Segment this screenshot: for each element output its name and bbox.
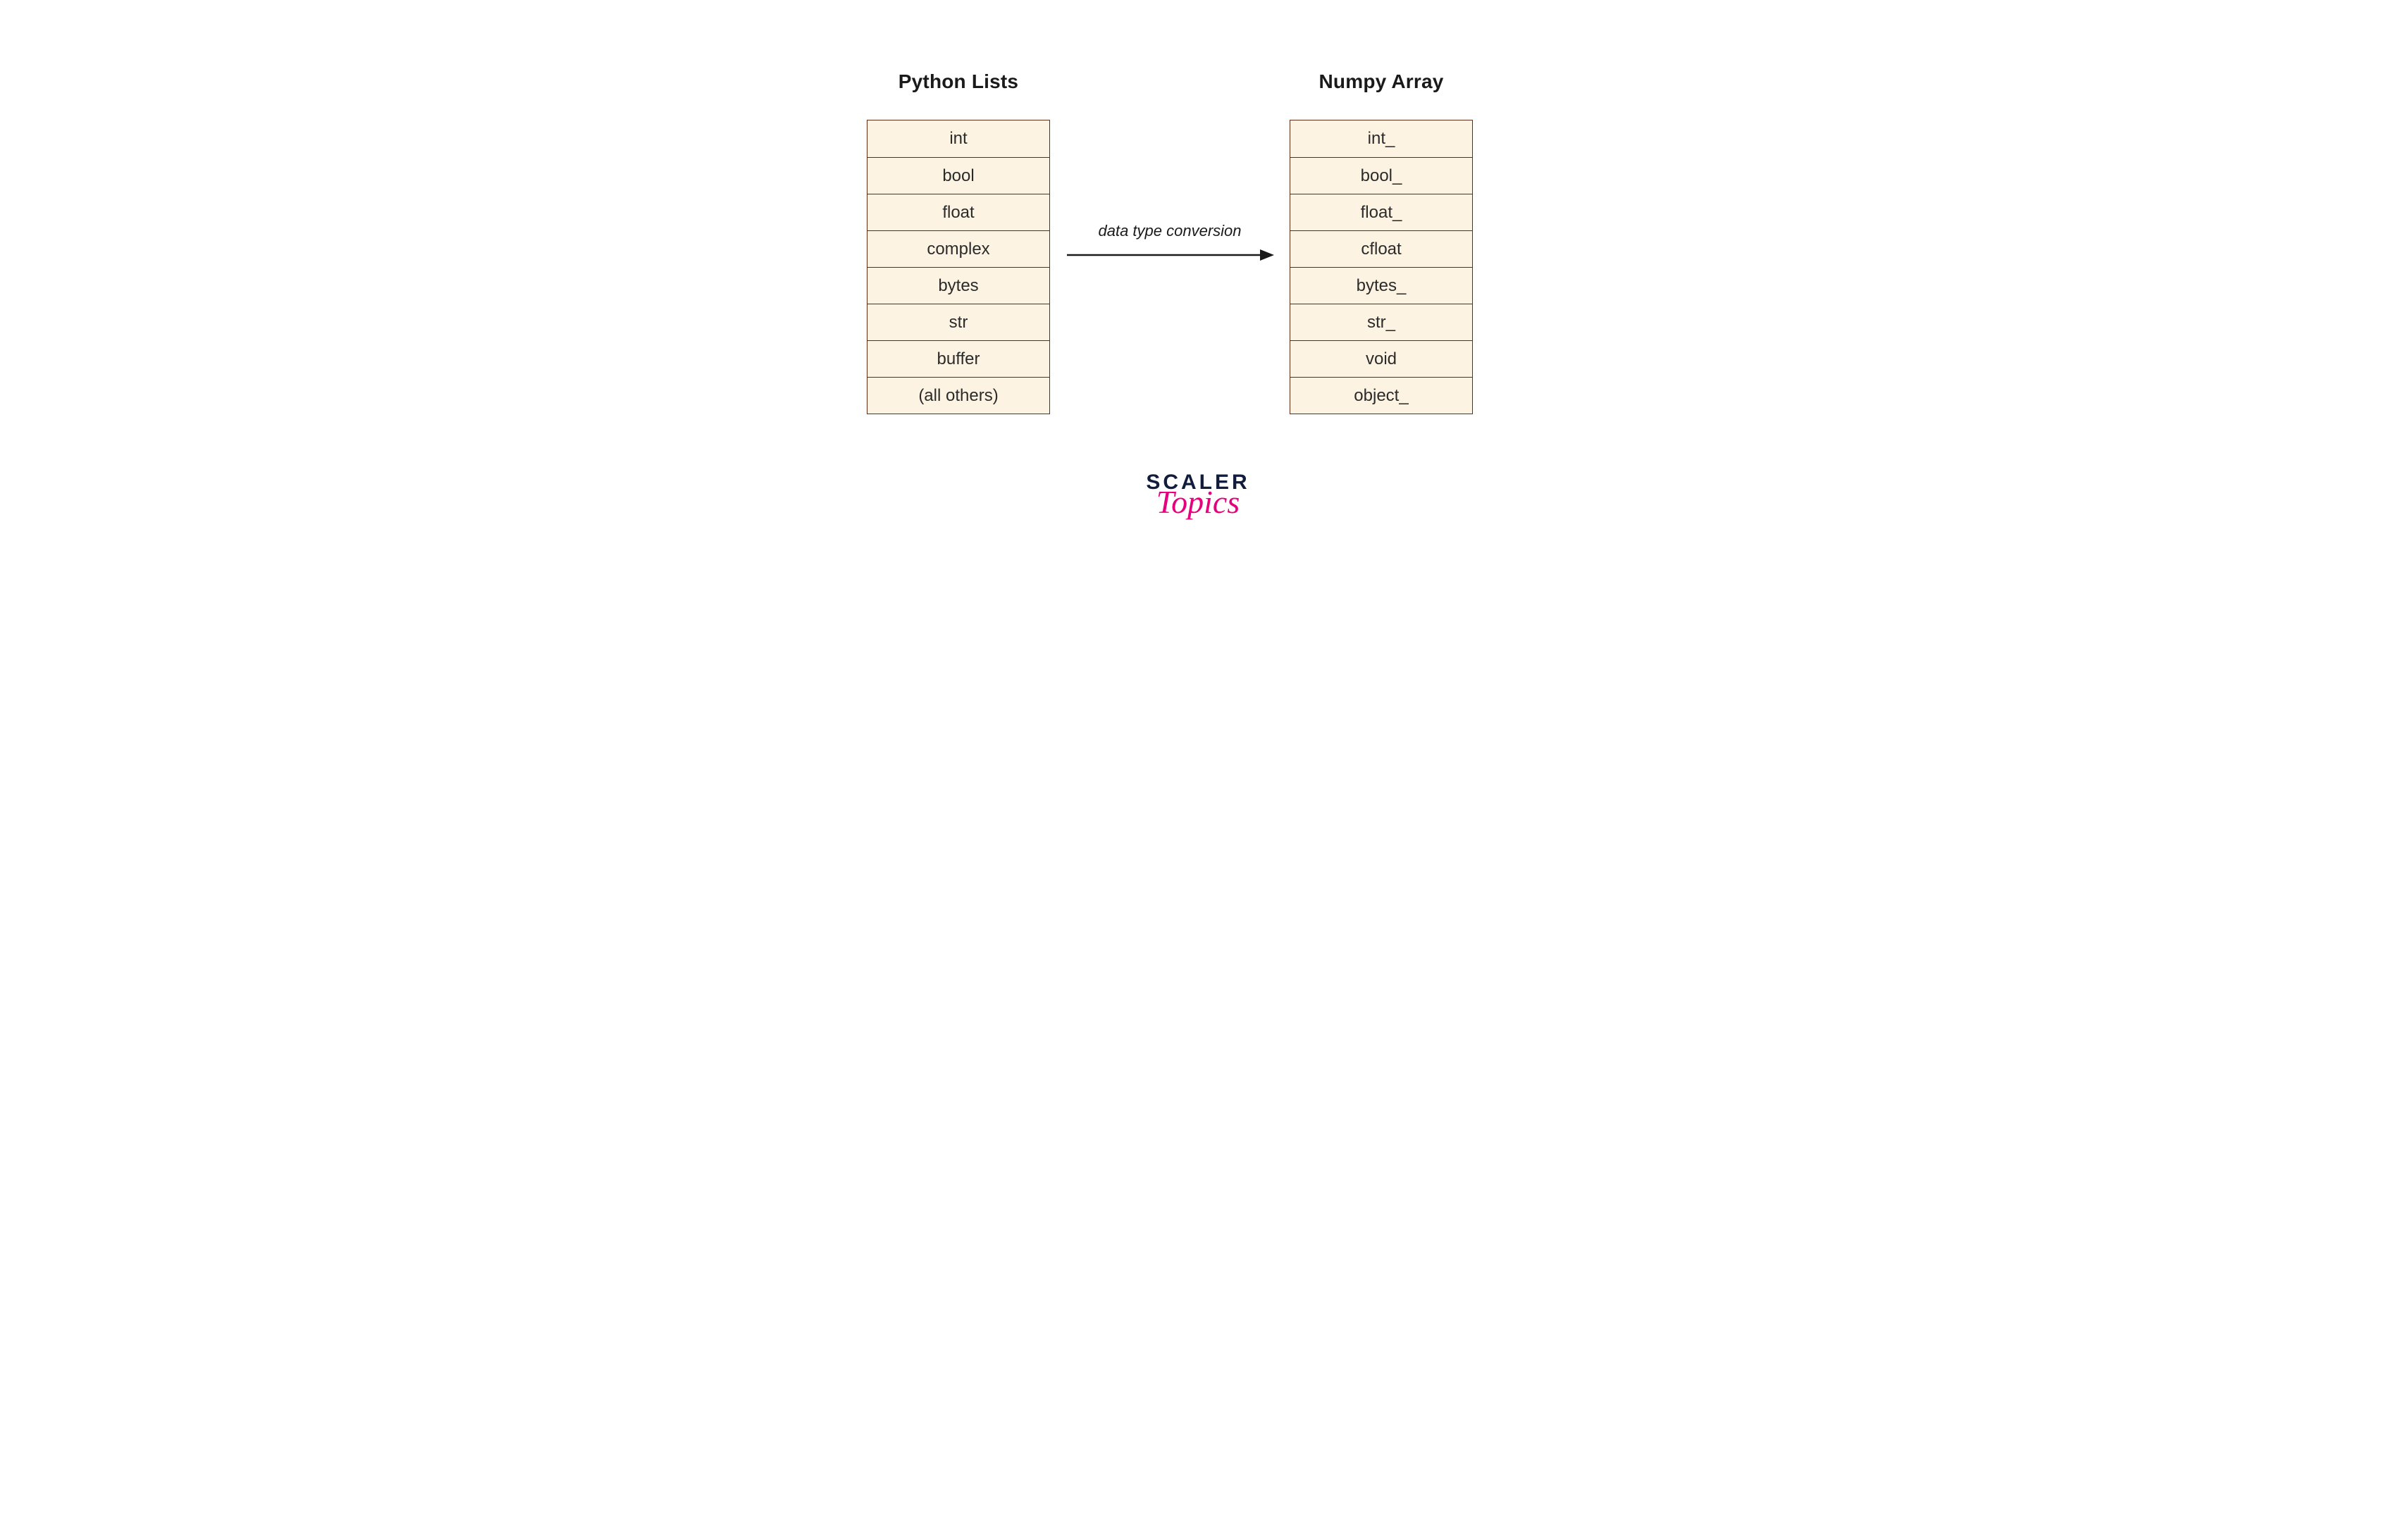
arrow-right-icon bbox=[1064, 244, 1276, 266]
numpy-type-cell: int_ bbox=[1290, 120, 1472, 157]
python-type-cell: buffer bbox=[867, 340, 1049, 377]
arrow-label: data type conversion bbox=[1064, 222, 1276, 240]
numpy-type-cell: object_ bbox=[1290, 377, 1472, 414]
python-type-cell: float bbox=[867, 194, 1049, 230]
numpy-type-cell: bool_ bbox=[1290, 157, 1472, 194]
python-type-cell: (all others) bbox=[867, 377, 1049, 414]
conversion-arrow-group: data type conversion bbox=[1064, 222, 1276, 266]
numpy-type-cell: cfloat bbox=[1290, 230, 1472, 267]
numpy-type-cell: void bbox=[1290, 340, 1472, 377]
python-type-cell: str bbox=[867, 304, 1049, 340]
python-type-cell: bytes bbox=[867, 267, 1049, 304]
python-type-cell: complex bbox=[867, 230, 1049, 267]
numpy-type-cell: bytes_ bbox=[1290, 267, 1472, 304]
python-type-cell: bool bbox=[867, 157, 1049, 194]
python-type-cell: int bbox=[867, 120, 1049, 157]
heading-numpy-array: Numpy Array bbox=[1290, 70, 1473, 93]
numpy-type-cell: str_ bbox=[1290, 304, 1472, 340]
numpy-type-cell: float_ bbox=[1290, 194, 1472, 230]
heading-python-lists: Python Lists bbox=[867, 70, 1050, 93]
python-types-table: int bool float complex bytes str buffer … bbox=[867, 120, 1050, 414]
numpy-types-table: int_ bool_ float_ cfloat bytes_ str_ voi… bbox=[1290, 120, 1473, 414]
logo-text-topics: Topics bbox=[669, 486, 1727, 518]
diagram-canvas: Python Lists Numpy Array int bool float … bbox=[669, 0, 1727, 680]
scaler-topics-logo: SCALER Topics bbox=[669, 472, 1727, 518]
